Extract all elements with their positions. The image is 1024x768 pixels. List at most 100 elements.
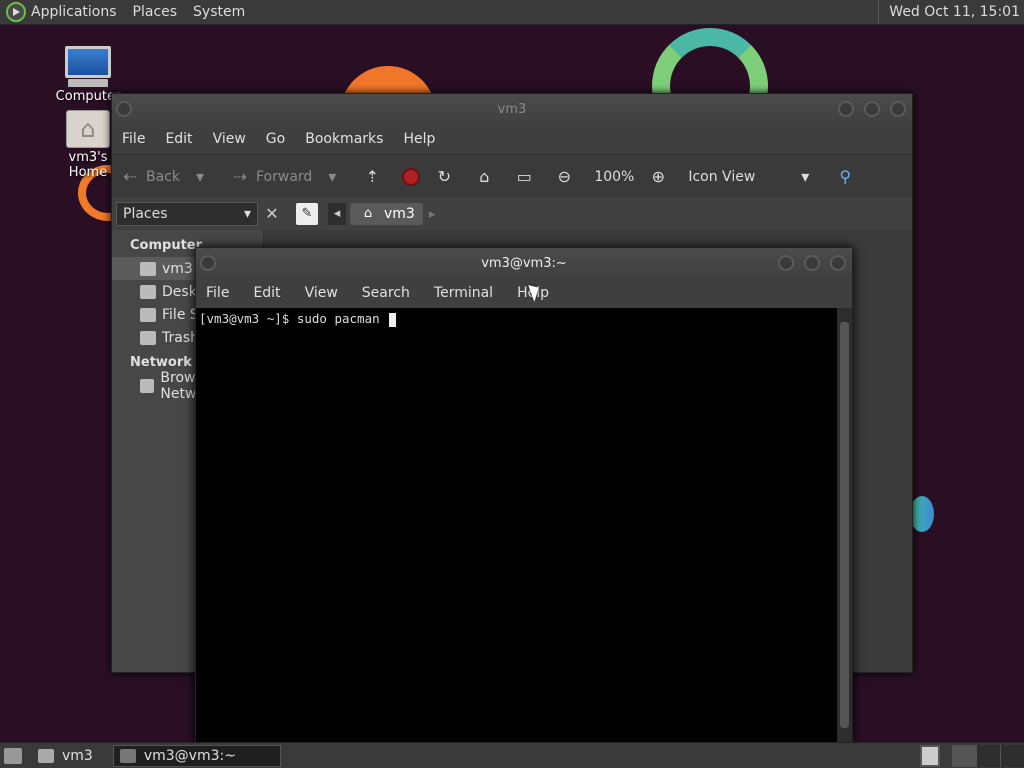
computer-icon: ▭ <box>516 166 532 186</box>
applications-menu[interactable]: Applications <box>31 4 117 20</box>
chevron-down-icon: ▾ <box>243 206 251 222</box>
clock[interactable]: Wed Oct 11, 15:01 <box>878 0 1024 24</box>
menu-file[interactable]: File <box>122 131 145 147</box>
menu-bookmarks[interactable]: Bookmarks <box>305 131 383 147</box>
breadcrumb-right-icon[interactable]: ▸ <box>429 207 436 222</box>
up-button[interactable]: ⇡ <box>362 167 388 187</box>
computer-stand <box>68 79 108 87</box>
system-menu[interactable]: System <box>193 4 245 20</box>
home-icon: ⌂ <box>479 166 490 186</box>
terminal-output[interactable]: [vm3@vm3 ~]$ sudo pacman <box>196 308 839 742</box>
back-label: Back <box>146 168 180 185</box>
forward-button[interactable]: ⇢ Forward ▾ <box>230 167 348 187</box>
window-title: vm3 <box>497 101 527 117</box>
taskbar-item-terminal[interactable]: vm3@vm3:~ <box>112 744 281 767</box>
forward-label: Forward <box>256 168 313 185</box>
search-icon: ⚲ <box>839 166 852 186</box>
toolbar: ⇠ Back ▾ ⇢ Forward ▾ ⇡ ↻ ⌂ ▭ ⊖ 100% ⊕ Ic… <box>112 154 912 198</box>
scrollbar-thumb[interactable] <box>840 322 849 728</box>
maximize-button[interactable] <box>804 255 820 271</box>
show-desktop-icon[interactable] <box>4 747 22 764</box>
menu-view[interactable]: View <box>305 285 338 301</box>
trash-applet-icon[interactable] <box>920 745 940 767</box>
menu-help[interactable]: Help <box>403 131 435 147</box>
menu-file[interactable]: File <box>206 285 229 301</box>
breadcrumb-vm3[interactable]: ⌂ vm3 <box>350 203 423 225</box>
workspace-2[interactable] <box>976 745 1000 767</box>
sidebar-type-select[interactable]: Places ▾ <box>116 202 258 226</box>
menu-search[interactable]: Search <box>362 285 410 301</box>
window-menu-icon[interactable] <box>200 255 216 271</box>
breadcrumb-label: vm3 <box>384 206 415 222</box>
sidebar-item-label: Trash <box>162 329 199 346</box>
computer-button[interactable]: ▭ <box>514 167 540 187</box>
zoom-out-button[interactable]: ⊖ <box>554 167 580 187</box>
close-button[interactable] <box>830 255 846 271</box>
menu-bar: File Edit View Go Bookmarks Help <box>112 124 912 154</box>
workspace-3[interactable] <box>1000 745 1024 767</box>
terminal-icon <box>119 748 136 763</box>
window-titlebar[interactable]: vm3 <box>112 94 912 124</box>
menu-view[interactable]: View <box>213 131 246 147</box>
window-title: vm3@vm3:~ <box>481 255 567 271</box>
home-folder-icon <box>38 748 54 763</box>
distro-logo-icon[interactable] <box>6 2 26 22</box>
menu-bar: File Edit View Search Terminal Help <box>196 278 852 308</box>
maximize-button[interactable] <box>864 101 880 117</box>
zoom-level: 100% <box>594 168 635 185</box>
edit-location-icon[interactable]: ✎ <box>296 203 318 225</box>
reload-button[interactable]: ↻ <box>434 167 460 187</box>
window-menu-icon[interactable] <box>116 101 132 117</box>
prompt-line: [vm3@vm3 ~]$ sudo pacman <box>199 311 388 326</box>
menu-go[interactable]: Go <box>266 131 285 147</box>
back-button[interactable]: ⇠ Back ▾ <box>120 167 216 187</box>
workspace-switcher[interactable] <box>920 745 1024 767</box>
location-bar: Places ▾ ✕ ✎ ◂ ⌂ vm3 ▸ <box>112 198 912 230</box>
home-icon: ⌂ <box>363 206 373 221</box>
wallpaper-shape <box>910 496 934 532</box>
forward-arrow-icon: ⇢ <box>233 166 247 186</box>
sidebar-type-label: Places <box>123 206 168 222</box>
window-titlebar[interactable]: vm3@vm3:~ <box>196 248 852 278</box>
search-button[interactable]: ⚲ <box>835 167 861 187</box>
desktop-icon <box>140 284 156 299</box>
stop-icon <box>402 167 421 186</box>
task-label: vm3@vm3:~ <box>143 747 236 764</box>
close-sidebar-icon[interactable]: ✕ <box>262 204 282 224</box>
close-button[interactable] <box>890 101 906 117</box>
places-menu[interactable]: Places <box>133 4 178 20</box>
zoom-in-button[interactable]: ⊕ <box>648 167 674 187</box>
menu-terminal[interactable]: Terminal <box>434 285 493 301</box>
home-icon <box>140 261 156 276</box>
zoom-in-icon: ⊕ <box>651 166 666 186</box>
breadcrumb-left-icon[interactable]: ◂ <box>328 203 346 225</box>
task-label: vm3 <box>62 747 93 764</box>
chevron-down-icon[interactable]: ▾ <box>190 167 210 187</box>
up-arrow-icon: ⇡ <box>365 166 380 186</box>
terminal-window: vm3@vm3:~ File Edit View Search Terminal… <box>195 247 853 743</box>
stop-button[interactable] <box>402 167 421 186</box>
bottom-panel: vm3 vm3@vm3:~ <box>0 742 1024 768</box>
minimize-button[interactable] <box>778 255 794 271</box>
view-mode-select[interactable]: Icon View ▾ <box>688 167 821 187</box>
computer-icon <box>65 46 111 78</box>
trash-icon <box>140 330 156 345</box>
chevron-down-icon: ▾ <box>801 166 810 186</box>
drive-icon <box>140 307 156 322</box>
taskbar-item-file-manager[interactable]: vm3 <box>32 745 103 767</box>
zoom-out-icon: ⊖ <box>557 166 572 186</box>
sidebar-item-label: vm3 <box>162 260 193 277</box>
minimize-button[interactable] <box>838 101 854 117</box>
reload-icon: ↻ <box>437 166 452 186</box>
scrollbar[interactable] <box>837 308 852 742</box>
home-folder-icon <box>66 110 110 148</box>
view-mode-label: Icon View <box>688 168 756 185</box>
back-arrow-icon: ⇠ <box>123 166 137 186</box>
workspace-1[interactable] <box>952 745 976 767</box>
top-panel: Applications Places System Wed Oct 11, 1… <box>0 0 1024 25</box>
home-button[interactable]: ⌂ <box>474 167 500 187</box>
chevron-down-icon[interactable]: ▾ <box>322 167 342 187</box>
menu-edit[interactable]: Edit <box>165 131 192 147</box>
menu-edit[interactable]: Edit <box>253 285 280 301</box>
text-cursor <box>389 312 397 327</box>
